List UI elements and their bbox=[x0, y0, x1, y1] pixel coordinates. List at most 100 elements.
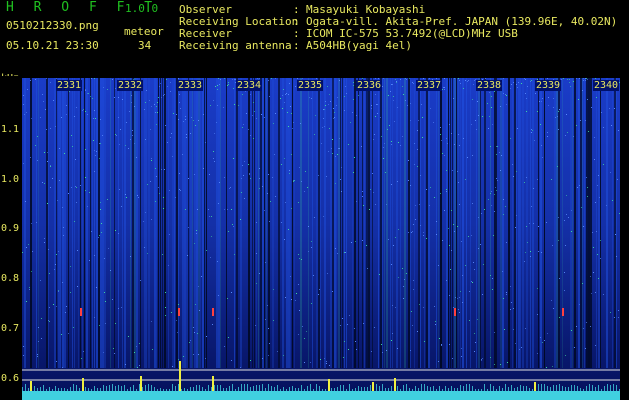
spectrogram-speckle bbox=[231, 209, 232, 210]
spectrogram-canvas[interactable] bbox=[22, 78, 620, 400]
spectrogram-streak bbox=[346, 78, 347, 368]
spectrogram-speckle bbox=[91, 78, 92, 79]
spectrogram-speckle bbox=[406, 79, 407, 80]
spectrogram-speckle bbox=[375, 204, 376, 205]
spectrogram-speckle bbox=[542, 342, 543, 343]
level-trace-spike bbox=[541, 384, 542, 391]
spectrogram-speckle bbox=[171, 312, 172, 313]
spectrogram-speckle bbox=[419, 204, 420, 205]
level-trace-spike bbox=[478, 389, 479, 391]
spectrogram-streak bbox=[426, 78, 428, 368]
spectrogram-speckle bbox=[95, 155, 96, 156]
spectrogram-speckle bbox=[293, 180, 294, 181]
spectrogram-panel[interactable] bbox=[22, 78, 620, 400]
spectrogram-speckle bbox=[41, 338, 42, 339]
spectrogram-speckle bbox=[240, 367, 241, 368]
spectrogram-speckle bbox=[190, 340, 191, 341]
spectrogram-speckle bbox=[578, 99, 579, 100]
spectrogram-streak bbox=[616, 78, 617, 368]
level-trace-spike bbox=[592, 385, 593, 391]
spectrogram-speckle bbox=[293, 122, 294, 123]
spectrogram-speckle bbox=[218, 78, 219, 79]
spectrogram-streak bbox=[60, 78, 61, 368]
level-trace-spike bbox=[505, 384, 506, 391]
y-tick-label: 0.7 bbox=[1, 323, 20, 334]
spectrogram-speckle bbox=[537, 179, 538, 180]
level-trace-spike bbox=[391, 386, 392, 391]
spectrogram-speckle bbox=[187, 255, 188, 256]
spectrogram-speckle bbox=[515, 227, 516, 228]
spectrogram-speckle bbox=[209, 216, 210, 217]
spectrogram-speckle bbox=[292, 128, 293, 129]
spectrogram-speckle bbox=[291, 299, 292, 300]
spectrogram-speckle bbox=[91, 231, 92, 232]
level-trace-spike bbox=[352, 389, 353, 391]
spectrogram-streak bbox=[186, 78, 188, 368]
level-trace-spike bbox=[448, 388, 449, 391]
spectrogram-speckle bbox=[525, 93, 526, 94]
level-trace-spike bbox=[496, 389, 497, 391]
spectrogram-speckle bbox=[546, 222, 547, 223]
spectrogram-speckle bbox=[213, 151, 214, 152]
spectrogram-speckle bbox=[586, 177, 587, 178]
spectrogram-speckle bbox=[614, 108, 615, 109]
spectrogram-speckle bbox=[619, 82, 620, 83]
spectrogram-speckle bbox=[203, 168, 204, 169]
spectrogram-speckle bbox=[166, 79, 167, 80]
spectrogram-speckle bbox=[429, 205, 430, 206]
spectrogram-speckle bbox=[291, 154, 292, 155]
spectrogram-speckle bbox=[389, 125, 390, 126]
spectrogram-speckle bbox=[569, 79, 570, 80]
spectrogram-speckle bbox=[265, 262, 266, 263]
x-tick-label: 2339 bbox=[535, 80, 562, 91]
spectrogram-speckle bbox=[130, 139, 131, 140]
level-trace-spike bbox=[514, 388, 515, 391]
spectrogram-speckle bbox=[345, 252, 346, 253]
spectrogram-speckle bbox=[190, 133, 191, 134]
spectrogram-streak bbox=[220, 78, 221, 368]
spectrogram-streak bbox=[72, 78, 73, 368]
spectrogram-speckle bbox=[302, 326, 303, 327]
spectrogram-speckle bbox=[35, 79, 36, 80]
spectrogram-speckle bbox=[151, 158, 152, 159]
spectrogram-streak bbox=[454, 78, 456, 368]
spectrogram-speckle bbox=[77, 286, 78, 287]
spectrogram-speckle bbox=[592, 232, 593, 233]
spectrogram-speckle bbox=[99, 143, 100, 144]
x-tick-label: 2337 bbox=[416, 80, 443, 91]
spectrogram-speckle bbox=[415, 205, 416, 206]
spectrogram-speckle bbox=[42, 182, 43, 183]
spectrogram-speckle bbox=[586, 78, 587, 79]
spectrogram-speckle bbox=[228, 82, 229, 83]
spectrogram-speckle bbox=[463, 138, 464, 139]
spectrogram-streak bbox=[614, 78, 616, 368]
spectrogram-streak bbox=[132, 78, 134, 368]
spectrogram-speckle bbox=[205, 358, 206, 359]
spectrogram-speckle bbox=[349, 315, 350, 316]
spectrogram-speckle bbox=[311, 247, 312, 248]
spectrogram-speckle bbox=[47, 203, 48, 204]
level-trace-spike bbox=[226, 388, 227, 391]
spectrogram-speckle bbox=[150, 181, 151, 182]
spectrogram-speckle bbox=[472, 155, 473, 156]
spectrogram-streak bbox=[452, 78, 453, 368]
spectrogram-speckle bbox=[547, 132, 548, 133]
spectrogram-speckle bbox=[300, 123, 301, 124]
spectrogram-speckle bbox=[100, 143, 101, 144]
spectrogram-streak bbox=[248, 78, 250, 368]
spectrogram-speckle bbox=[80, 185, 81, 186]
spectrogram-speckle bbox=[353, 172, 354, 173]
spectrogram-speckle bbox=[598, 278, 599, 279]
spectrogram-streak bbox=[188, 78, 189, 368]
spectrogram-speckle bbox=[99, 235, 100, 236]
level-trace-spike bbox=[487, 389, 488, 391]
level-trace-spike bbox=[544, 384, 545, 391]
spectrogram-speckle bbox=[513, 82, 514, 83]
spectrogram-speckle bbox=[510, 138, 511, 139]
spectrogram-speckle bbox=[306, 331, 307, 332]
spectrogram-speckle bbox=[59, 148, 60, 149]
spectrogram-speckle bbox=[61, 334, 62, 335]
spectrogram-speckle bbox=[284, 239, 285, 240]
level-trace-spike bbox=[196, 385, 197, 391]
spectrogram-speckle bbox=[610, 172, 611, 173]
